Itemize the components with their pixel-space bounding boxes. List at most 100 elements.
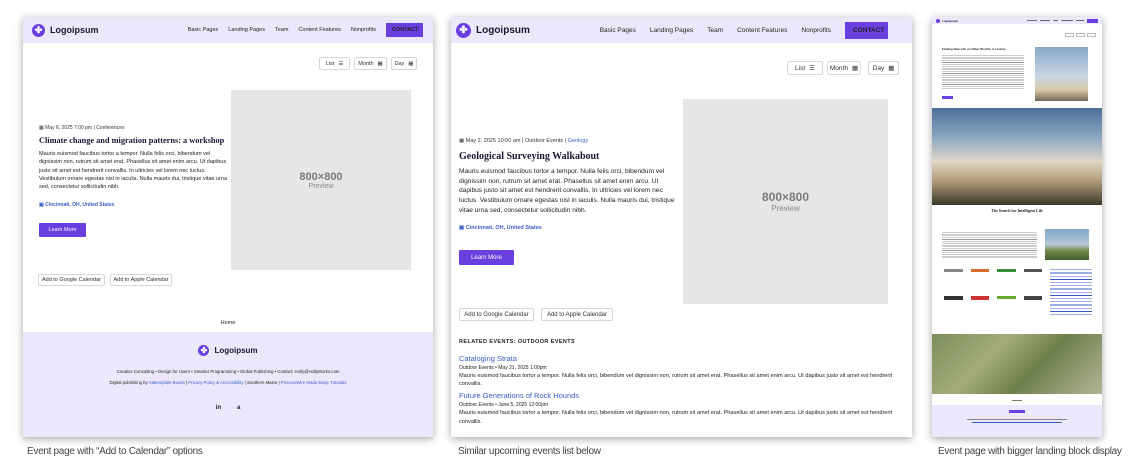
caption-panel-2: Similar upcoming events list below xyxy=(458,446,601,457)
placeholder-size: 800×800 xyxy=(299,170,343,183)
sponsor-logo xyxy=(1023,269,1042,272)
nav-content-features[interactable]: Content Features xyxy=(298,27,341,33)
learn-more-button[interactable]: Learn More xyxy=(39,223,86,237)
breadcrumb[interactable] xyxy=(1012,400,1022,401)
event-title: Finding New Life on Other Worlds: A Lect… xyxy=(942,47,1006,51)
view-list-label: List xyxy=(325,60,335,67)
breadcrumb[interactable]: Home xyxy=(23,320,433,326)
contact-button[interactable]: CONTACT xyxy=(386,23,423,37)
logo-text: Logoipsum xyxy=(476,24,530,36)
sponsor-logo xyxy=(970,295,989,300)
contact-button[interactable]: CONTACT xyxy=(845,21,888,39)
sponsor-logos xyxy=(944,269,1042,315)
list-item: Future Generations of Rock Hounds Outdoo… xyxy=(459,391,899,425)
nav-landing-pages[interactable]: Landing Pages xyxy=(650,27,693,34)
nav-item[interactable] xyxy=(1076,20,1084,21)
nav-item[interactable] xyxy=(1027,20,1037,21)
location-text: Cincinnati, OH, United States xyxy=(45,202,115,208)
event-description: Mauris euismod faucibus tortor a tempor.… xyxy=(39,151,228,191)
view-month-label: Month xyxy=(829,64,848,72)
list-icon: ☰ xyxy=(338,60,344,67)
view-day-button[interactable] xyxy=(1087,33,1096,37)
logo-text: Logoipsum xyxy=(942,18,959,23)
view-day-button[interactable]: Day ▦ xyxy=(868,61,899,75)
apple-calendar-button[interactable]: Add to Apple Calendar xyxy=(541,308,613,321)
view-month-button[interactable]: Month ▦ xyxy=(827,61,861,75)
footer-region: | Southern Maine | xyxy=(244,380,280,385)
field-image xyxy=(1045,229,1089,260)
footer-logo[interactable]: ✤ Logoipsum xyxy=(23,345,433,356)
view-day-button[interactable]: Day ▦ xyxy=(391,57,417,70)
logo[interactable]: ✤ Logoipsum xyxy=(456,22,530,38)
google-calendar-button[interactable]: Add to Google Calendar xyxy=(459,308,534,321)
related-event-text: Mauris euismod faucibus tortor a tempor.… xyxy=(459,373,893,388)
map-embed[interactable] xyxy=(932,334,1102,394)
sponsor-logo xyxy=(1023,295,1042,300)
related-event-title[interactable]: Future Generations of Rock Hounds xyxy=(459,391,899,400)
footer-link-tutorials[interactable]: ProcessWire Made Easy: Tutorials xyxy=(281,380,347,385)
view-month-button[interactable]: Month ▦ xyxy=(354,57,387,70)
learn-more-button[interactable]: Learn More xyxy=(459,250,514,265)
calendar-icon: ▦ xyxy=(459,138,465,144)
apple-calendar-button[interactable]: Add to Apple Calendar xyxy=(110,274,172,286)
nav-landing-pages[interactable]: Landing Pages xyxy=(228,27,265,33)
social-links: in a xyxy=(23,405,433,411)
footer-logo[interactable] xyxy=(1009,410,1025,413)
sponsor-logo xyxy=(944,269,963,272)
landing-block-image xyxy=(932,108,1102,205)
event-description: Mauris euismod faucibus tortor a tempor.… xyxy=(459,168,675,214)
related-events-list: Cataloging Strata Outdoor Events • May 2… xyxy=(459,354,899,426)
sponsor-logo xyxy=(970,269,989,272)
contact-button[interactable] xyxy=(1087,18,1098,23)
view-buttons xyxy=(1065,33,1096,37)
sponsor-logo xyxy=(997,269,1016,272)
rocket-image xyxy=(1035,47,1088,101)
nav-basic-pages[interactable]: Basic Pages xyxy=(188,27,219,33)
footer: ✤ Logoipsum Creative Consulting • Design… xyxy=(23,332,433,437)
logo[interactable]: ✤ Logoipsum xyxy=(32,23,99,37)
footer-credits-prefix: Digital publishing by xyxy=(109,380,148,385)
view-list-label: List xyxy=(795,64,806,72)
view-list-button[interactable] xyxy=(1065,33,1074,37)
view-month-button[interactable] xyxy=(1076,33,1085,37)
nav-team[interactable]: Team xyxy=(275,27,288,33)
event-title: Geological Surveying Walkabout xyxy=(459,151,600,162)
nav-item[interactable] xyxy=(1061,20,1073,21)
google-calendar-button[interactable]: Add to Google Calendar xyxy=(38,274,105,286)
navbar: ✤ Logoipsum Basic Pages Landing Pages Te… xyxy=(23,17,433,43)
event-tag[interactable]: Geology xyxy=(568,138,589,144)
nav-basic-pages[interactable]: Basic Pages xyxy=(600,27,636,34)
amazon-icon[interactable]: a xyxy=(237,405,240,411)
event-date: May 6, 2025 7:00 pm xyxy=(45,125,93,131)
nav-item[interactable] xyxy=(1053,20,1058,21)
learn-more-button[interactable] xyxy=(942,96,953,99)
event-category: Conferences xyxy=(96,125,125,131)
linkedin-icon[interactable]: in xyxy=(216,405,221,411)
nav-item[interactable] xyxy=(1040,20,1050,21)
main-menu: Basic Pages Landing Pages Team Content F… xyxy=(600,21,888,39)
placeholder-size: 800×800 xyxy=(761,190,810,204)
nav-team[interactable]: Team xyxy=(707,27,723,34)
nav-nonprofits[interactable]: Nonprofits xyxy=(351,27,376,33)
logo-icon: ✤ xyxy=(456,22,471,38)
footer-link-books[interactable]: Saltemplate Books xyxy=(149,380,185,385)
section-text xyxy=(942,231,1037,259)
logo-icon: ✤ xyxy=(198,345,210,356)
event-category: Outdoor Events xyxy=(524,138,564,144)
logo[interactable]: Logoipsum xyxy=(936,18,959,23)
footer-link-privacy[interactable]: Privacy Policy & Accessibility xyxy=(188,380,243,385)
view-list-button[interactable]: List ☰ xyxy=(787,61,823,75)
nav-nonprofits[interactable]: Nonprofits xyxy=(801,27,831,34)
related-event-text: Mauris euismod faucibus tortor a tempor.… xyxy=(459,410,893,425)
nav-content-features[interactable]: Content Features xyxy=(737,27,787,34)
event-image-placeholder: 800×800 Preview xyxy=(683,99,888,304)
list-icon: ☰ xyxy=(809,65,815,72)
related-event-title[interactable]: Cataloging Strata xyxy=(459,354,899,363)
event-meta: ▦ May 6, 2025 7:00 pm | Conferences xyxy=(39,125,125,131)
footer-credits xyxy=(972,422,1062,423)
view-list-button[interactable]: List ☰ xyxy=(319,57,350,70)
sponsor-logo xyxy=(944,295,963,300)
event-location: ▣ Cincinnati, OH, United States xyxy=(459,225,542,231)
calendar-icon: ▦ xyxy=(888,65,895,72)
screenshot-panel-1: ✤ Logoipsum Basic Pages Landing Pages Te… xyxy=(23,17,433,437)
